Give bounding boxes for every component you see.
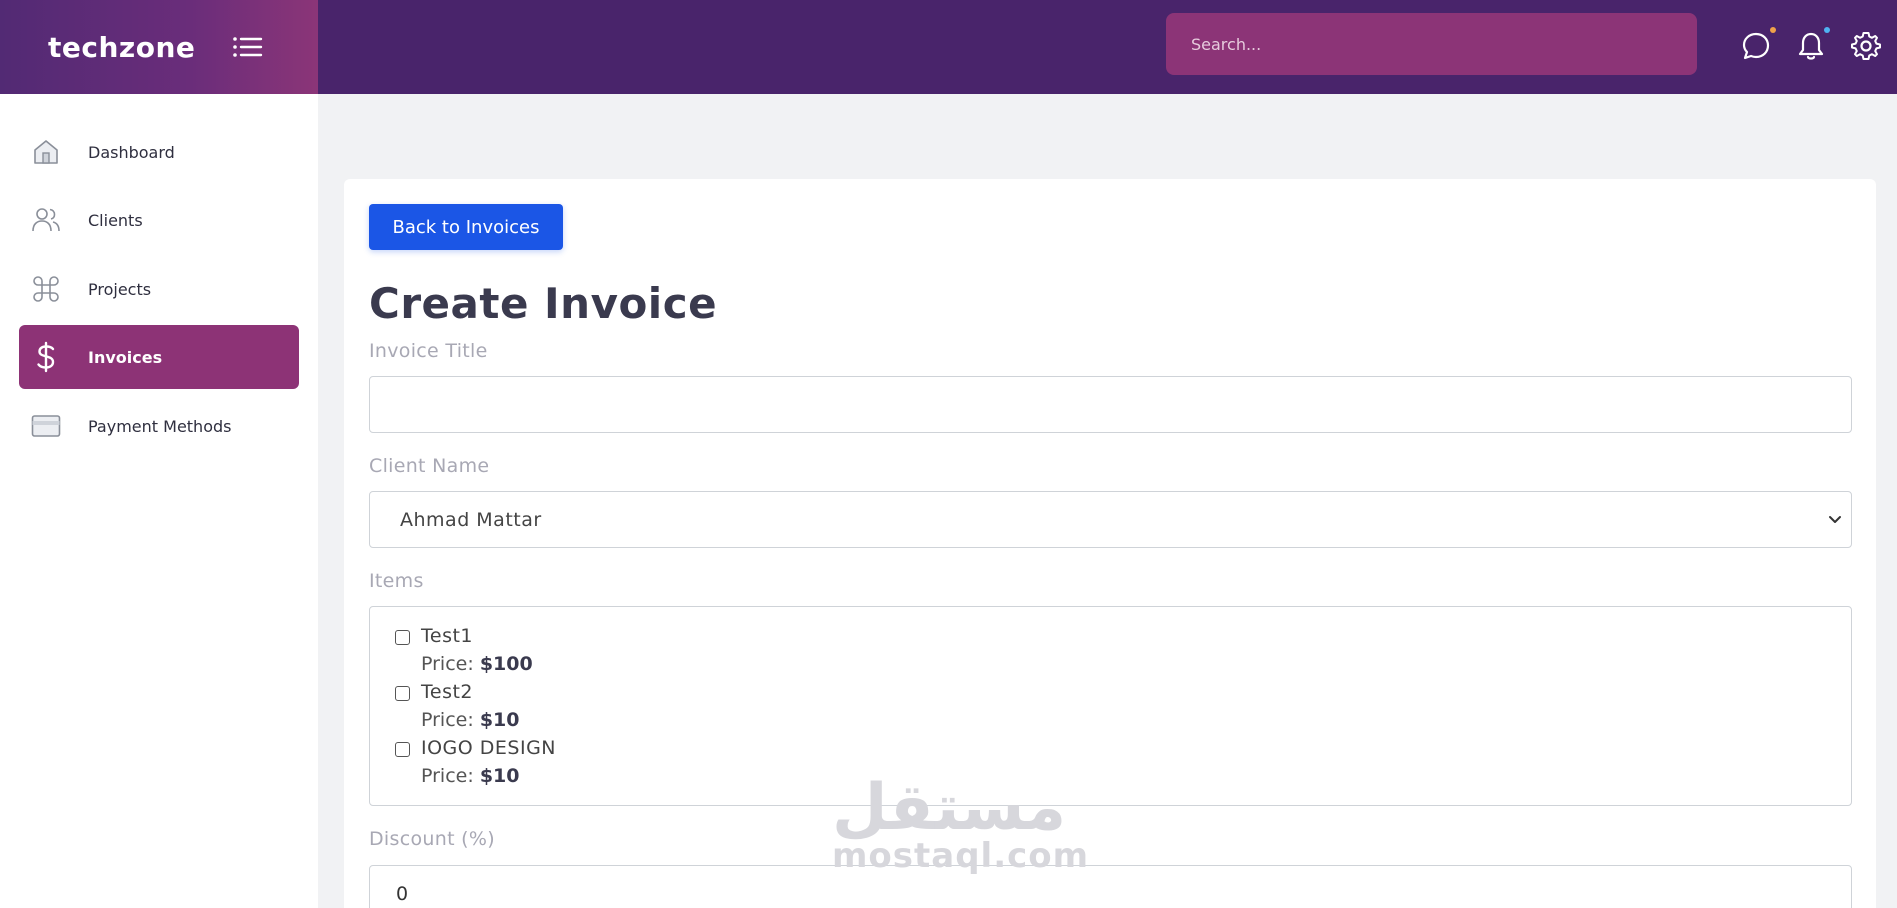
items-label: Items	[369, 570, 424, 592]
client-name-select[interactable]: Ahmad Mattar	[369, 491, 1852, 548]
item-checkbox[interactable]	[395, 630, 410, 645]
item-name: IOGO DESIGN	[421, 737, 557, 759]
search-bar[interactable]	[1166, 13, 1697, 75]
top-header: techzone	[0, 0, 1897, 94]
item-name: Test1	[421, 625, 474, 647]
menu-icon[interactable]	[231, 32, 265, 62]
sidebar-item-dashboard[interactable]: Dashboard	[19, 120, 299, 184]
item-price: Price: $10	[421, 709, 520, 731]
sidebar: Dashboard Clients Projects Invoices Paym…	[0, 94, 318, 908]
item-price: Price: $100	[421, 653, 533, 675]
item-checkbox[interactable]	[395, 742, 410, 757]
chat-icon[interactable]	[1740, 30, 1772, 62]
discount-label: Discount (%)	[369, 828, 495, 850]
item-price: Price: $10	[421, 765, 520, 787]
command-icon	[31, 274, 61, 304]
chevron-down-icon	[1829, 516, 1841, 523]
sidebar-item-label: Clients	[88, 210, 143, 230]
sidebar-item-payment-methods[interactable]: Payment Methods	[19, 394, 299, 458]
sidebar-item-label: Dashboard	[88, 142, 175, 162]
bell-notification-dot	[1824, 27, 1830, 33]
sidebar-item-projects[interactable]: Projects	[19, 257, 299, 321]
page-title: Create Invoice	[369, 279, 718, 328]
item-name: Test2	[421, 681, 474, 703]
home-icon	[31, 137, 61, 167]
users-icon	[31, 205, 61, 235]
gear-icon[interactable]	[1850, 30, 1882, 62]
client-name-label: Client Name	[369, 455, 490, 477]
invoice-title-input[interactable]	[369, 376, 1852, 433]
back-to-invoices-button[interactable]: Back to Invoices	[369, 204, 563, 250]
discount-input[interactable]	[369, 865, 1852, 908]
chat-notification-dot	[1770, 27, 1776, 33]
brand-area: techzone	[0, 0, 318, 94]
logo[interactable]: techzone	[48, 31, 195, 64]
create-invoice-form: Back to Invoices Create Invoice Invoice …	[344, 179, 1876, 908]
search-input[interactable]	[1191, 34, 1697, 54]
client-name-selected: Ahmad Mattar	[400, 508, 542, 531]
item-checkbox[interactable]	[395, 686, 410, 701]
invoice-title-label: Invoice Title	[369, 340, 488, 362]
sidebar-item-label: Payment Methods	[88, 416, 232, 436]
bell-icon[interactable]	[1795, 30, 1827, 62]
dollar-icon	[31, 341, 61, 373]
items-list: Test1 Price: $100 Test2 Price: $10 IOGO …	[369, 606, 1852, 806]
sidebar-item-clients[interactable]: Clients	[19, 188, 299, 252]
sidebar-item-label: Projects	[88, 279, 152, 299]
credit-card-icon	[31, 411, 61, 441]
sidebar-item-label: Invoices	[88, 347, 163, 367]
sidebar-item-invoices[interactable]: Invoices	[19, 325, 299, 389]
